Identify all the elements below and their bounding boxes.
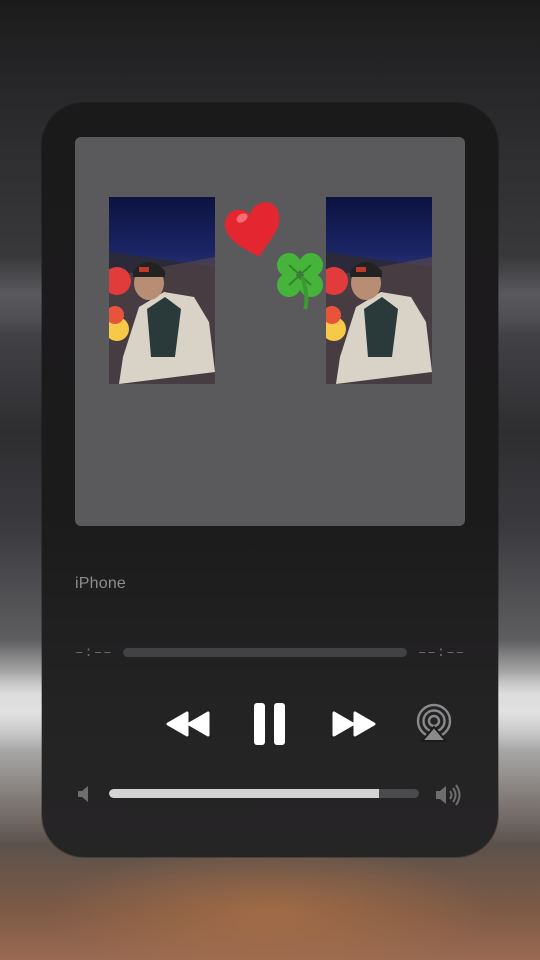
speaker-high-icon xyxy=(436,784,461,806)
rewind-icon[interactable] xyxy=(165,710,211,738)
artwork-photo-right xyxy=(326,197,432,384)
remaining-time: ––:–– xyxy=(417,645,465,661)
output-device-label: iPhone xyxy=(75,575,127,592)
elapsed-time: –:–– xyxy=(75,645,113,661)
speaker-low-icon xyxy=(78,786,88,802)
artwork-photo-left xyxy=(109,197,215,384)
pause-icon[interactable] xyxy=(253,702,287,746)
playback-scrubber[interactable] xyxy=(123,648,407,657)
airplay-icon[interactable] xyxy=(415,703,453,743)
now-playing-panel: iPhone –:–– ––:–– xyxy=(42,103,498,857)
fast-forward-icon[interactable] xyxy=(331,710,377,738)
four-leaf-clover-emoji xyxy=(269,247,331,315)
volume-fill xyxy=(109,789,379,798)
volume-slider[interactable] xyxy=(109,789,419,798)
album-artwork xyxy=(75,137,465,526)
